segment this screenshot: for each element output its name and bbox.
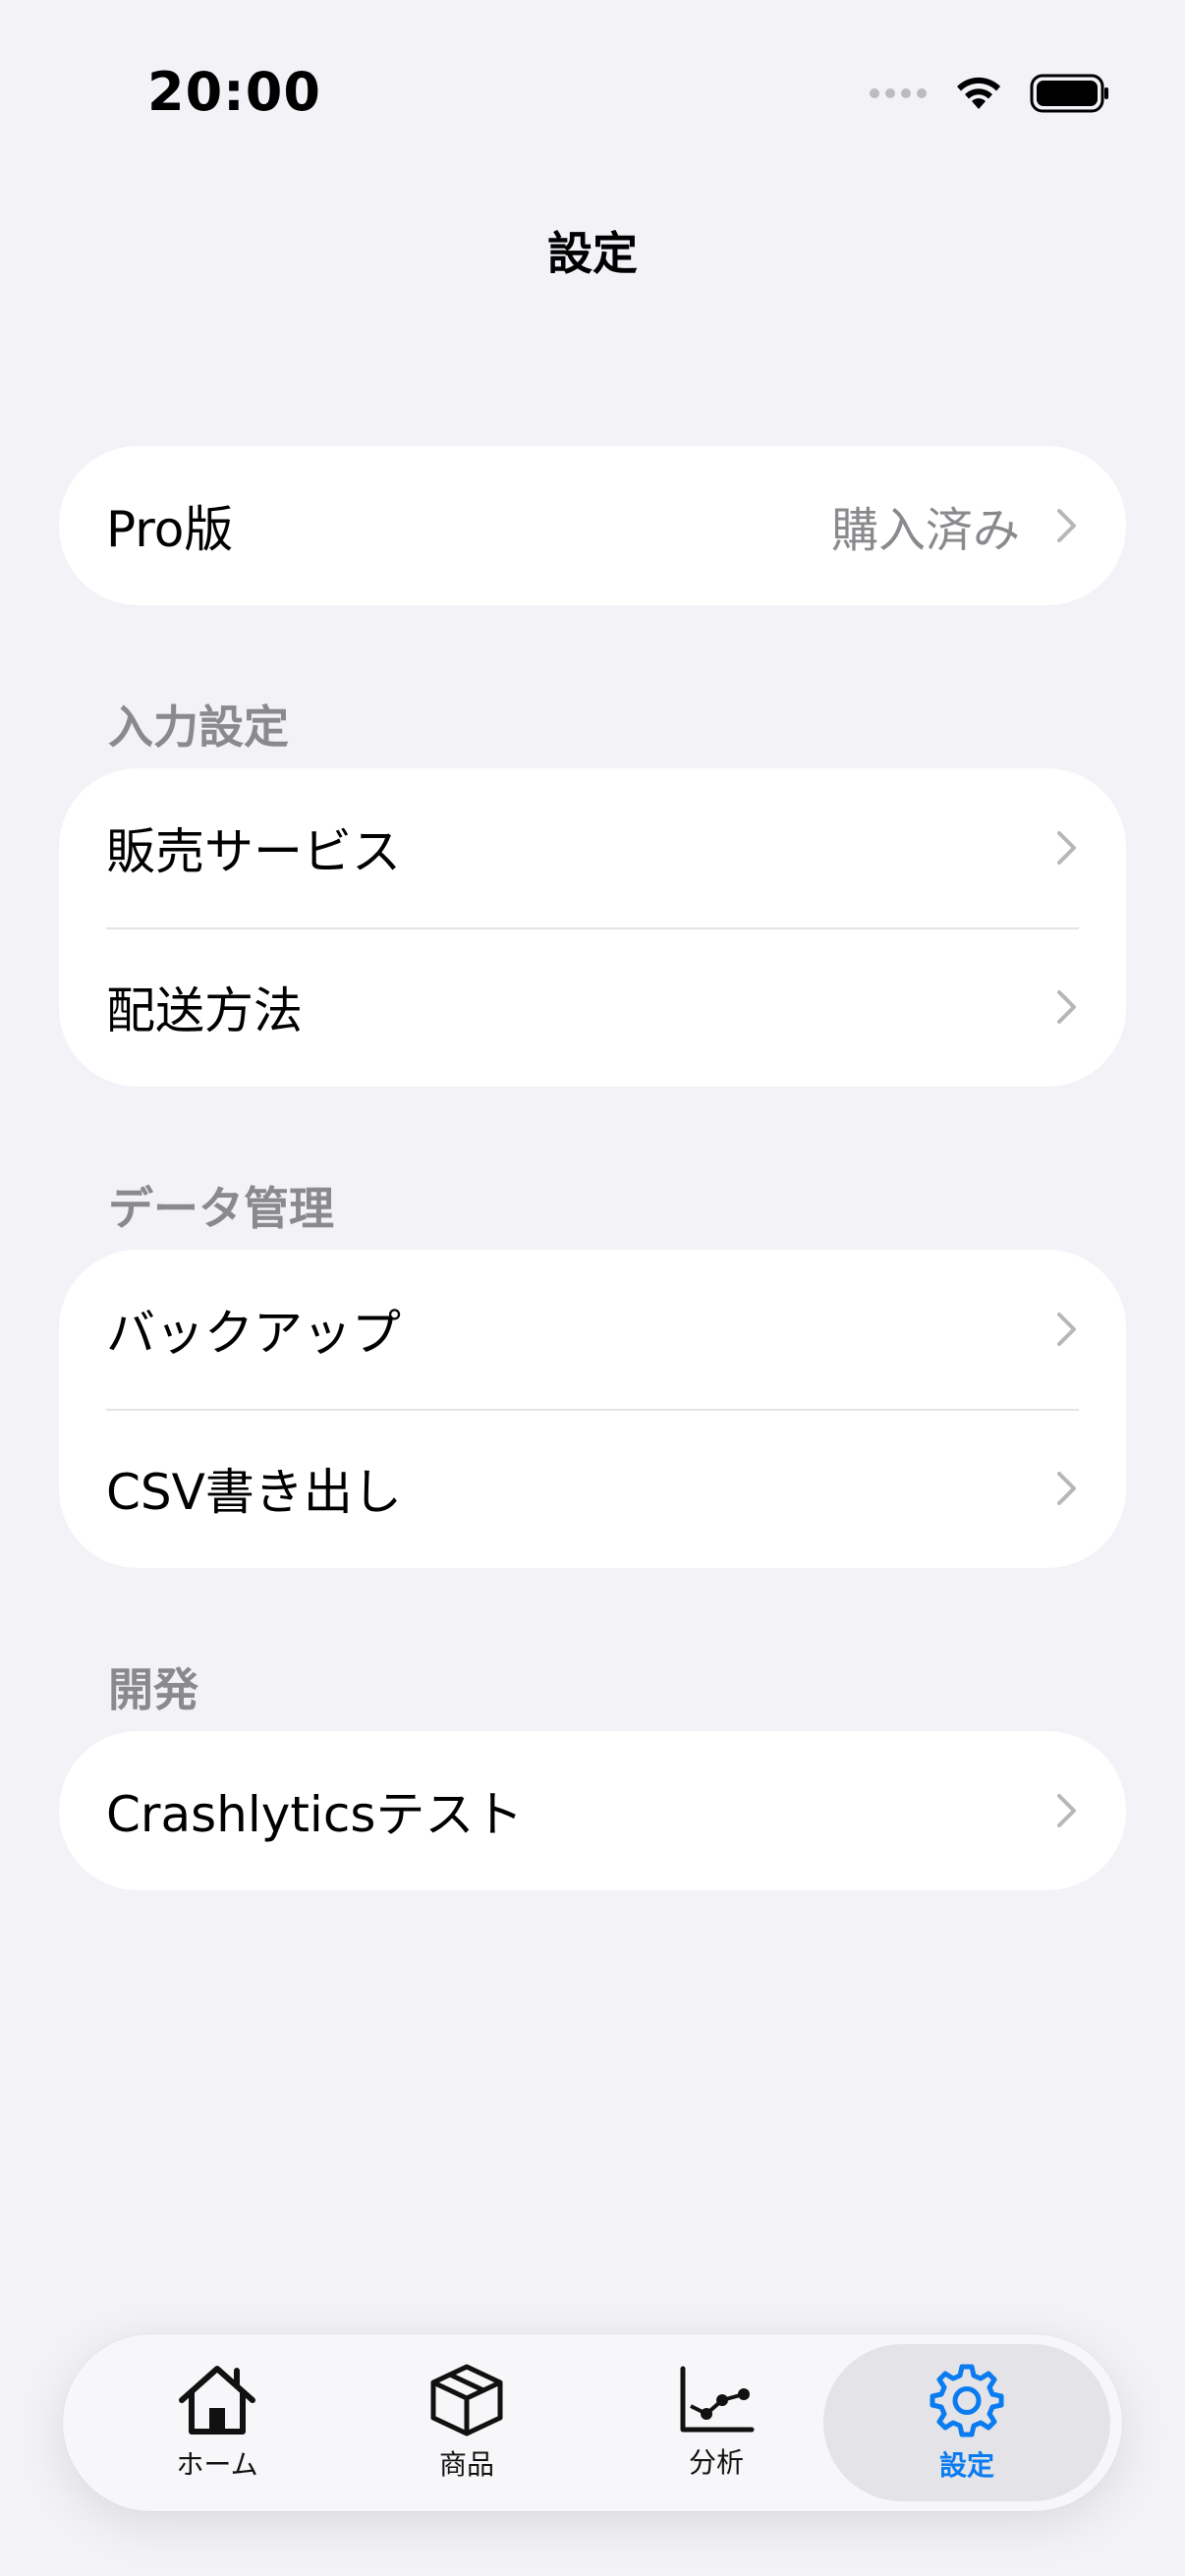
- shipping-method-row[interactable]: 配送方法: [59, 927, 1126, 1087]
- chevron-right-icon: [1057, 831, 1076, 865]
- status-icons: [869, 73, 1110, 114]
- tab-bar: ホーム 商品 分析 設定: [63, 2334, 1122, 2511]
- page-title: 設定: [547, 227, 638, 280]
- csv-export-row[interactable]: CSV書き出し: [59, 1409, 1126, 1568]
- battery-icon: [1030, 74, 1108, 113]
- tab-products-label: 商品: [438, 2448, 494, 2481]
- crashlytics-test-label: Crashlyticsテスト: [106, 1786, 524, 1843]
- pro-row[interactable]: Pro版 購入済み: [59, 446, 1126, 605]
- box-icon: [430, 2364, 503, 2436]
- pro-card: Pro版 購入済み: [59, 446, 1126, 605]
- chevron-right-icon: [1057, 990, 1076, 1024]
- csv-export-label: CSV書き出し: [106, 1464, 402, 1521]
- house-icon: [179, 2366, 255, 2435]
- data-management-card: バックアップ CSV書き出し: [59, 1250, 1126, 1568]
- sales-service-row[interactable]: 販売サービス: [59, 768, 1126, 927]
- gear-icon: [930, 2364, 1004, 2437]
- chart-line-icon: [680, 2366, 755, 2433]
- development-card: Crashlyticsテスト: [59, 1731, 1126, 1890]
- tab-products[interactable]: 商品: [342, 2344, 592, 2501]
- signal-dots-icon: [870, 88, 927, 98]
- pro-label: Pro版: [106, 501, 234, 558]
- tab-home-label: ホーム: [176, 2448, 258, 2481]
- sales-service-label: 販売サービス: [106, 823, 401, 880]
- chevron-right-icon: [1057, 1472, 1076, 1505]
- tab-settings-label: 設定: [938, 2449, 994, 2482]
- backup-label: バックアップ: [106, 1305, 401, 1362]
- backup-row[interactable]: バックアップ: [59, 1250, 1126, 1409]
- pro-status-value: 購入済み: [830, 503, 1020, 558]
- chevron-right-icon: [1057, 1313, 1076, 1346]
- tab-analytics-label: 分析: [688, 2446, 744, 2479]
- chevron-right-icon: [1057, 1794, 1076, 1827]
- chevron-right-icon: [1057, 509, 1076, 542]
- status-time: 20:00: [147, 61, 321, 123]
- tab-analytics[interactable]: 分析: [592, 2344, 841, 2501]
- section-header-dev: 開発: [108, 1663, 198, 1716]
- section-header-input: 入力設定: [108, 700, 289, 754]
- tab-home[interactable]: ホーム: [92, 2344, 342, 2501]
- crashlytics-test-row[interactable]: Crashlyticsテスト: [59, 1731, 1126, 1890]
- section-header-data: データ管理: [108, 1182, 334, 1235]
- wifi-icon: [957, 77, 1000, 109]
- input-settings-card: 販売サービス 配送方法: [59, 768, 1126, 1087]
- tab-settings[interactable]: 設定: [823, 2344, 1110, 2501]
- shipping-method-label: 配送方法: [106, 982, 303, 1039]
